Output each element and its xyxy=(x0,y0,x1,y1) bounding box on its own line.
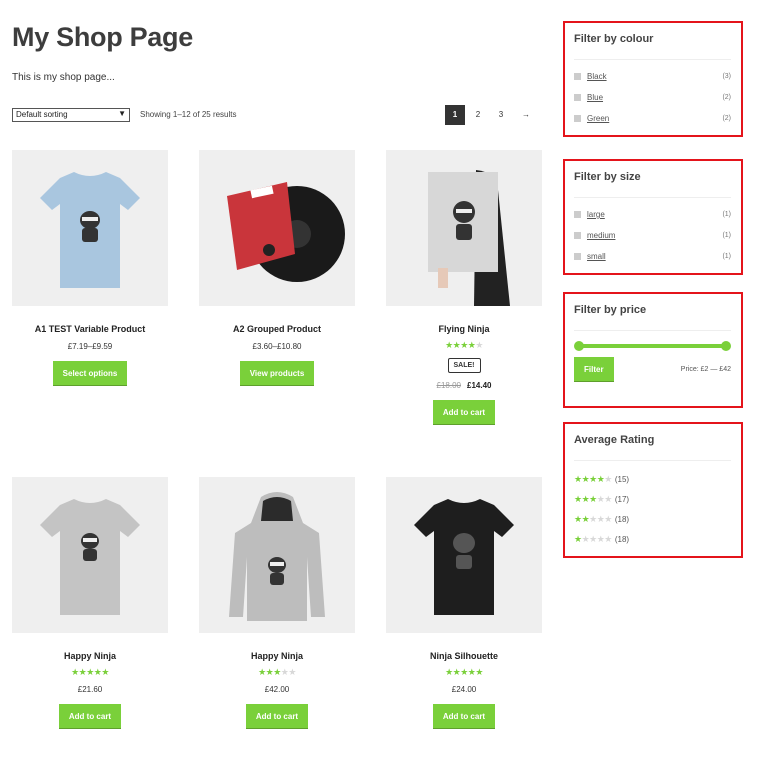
vinyl-record-icon xyxy=(227,182,345,282)
colour-filter-green[interactable]: Green (2) xyxy=(574,108,731,129)
product-name[interactable]: A2 Grouped Product xyxy=(199,324,355,334)
size-filter-medium[interactable]: medium (1) xyxy=(574,225,731,246)
filter-button[interactable]: Filter xyxy=(574,357,614,382)
product-image[interactable] xyxy=(12,477,168,633)
next-page-button[interactable]: → xyxy=(514,105,538,125)
page-2-button[interactable]: 2 xyxy=(468,105,488,125)
old-price: £18.00 xyxy=(436,381,461,390)
page-3-button[interactable]: 3 xyxy=(491,105,511,125)
price-slider-min-handle[interactable] xyxy=(574,341,584,351)
colour-filter-blue[interactable]: Blue (2) xyxy=(574,87,731,108)
page-description: This is my shop page... xyxy=(12,72,115,83)
price-range-label: Price: £2 — £42 xyxy=(680,366,731,373)
sale-badge: SALE! xyxy=(447,358,481,373)
product-rating: ★★★★★ xyxy=(445,667,483,677)
widget-title: Average Rating xyxy=(574,434,731,461)
sale-price: £14.40 xyxy=(467,381,492,390)
select-options-button[interactable]: Select options xyxy=(52,361,128,386)
product-image[interactable] xyxy=(12,150,168,306)
product-image[interactable] xyxy=(199,150,355,306)
product-image[interactable] xyxy=(386,150,542,306)
result-count: Showing 1–12 of 25 results xyxy=(140,110,237,119)
product-price: £3.60–£10.80 xyxy=(252,342,302,351)
widget-title: Filter by size xyxy=(574,171,731,198)
product-card: A2 Grouped Product £3.60–£10.80 View pro… xyxy=(199,150,355,386)
price-slider[interactable] xyxy=(574,341,731,351)
widget-title: Filter by colour xyxy=(574,33,731,60)
grey-hoodie-icon xyxy=(229,492,325,621)
product-price: £24.00 xyxy=(451,685,477,694)
add-to-cart-button[interactable]: Add to cart xyxy=(432,704,496,729)
blue-tshirt-icon xyxy=(40,172,140,288)
colour-filter-black[interactable]: Black (3) xyxy=(574,66,731,87)
rating-stars: ★★★★★ xyxy=(574,494,612,504)
pagination: 1 2 3 → xyxy=(445,105,541,125)
product-price: £7.19–£9.59 xyxy=(67,342,113,351)
filter-colour-widget: Filter by colour Black (3) Blue (2) Gree… xyxy=(563,21,743,137)
product-rating: ★★★★★ xyxy=(71,667,109,677)
filter-size-widget: Filter by size large (1) medium (1) smal… xyxy=(563,159,743,275)
product-name[interactable]: Ninja Silhouette xyxy=(386,651,542,661)
page-title: My Shop Page xyxy=(12,22,193,52)
product-image[interactable] xyxy=(386,477,542,633)
product-card: Flying Ninja ★★★★★ SALE! £18.00 £14.40 Ad… xyxy=(386,150,542,425)
add-to-cart-button[interactable]: Add to cart xyxy=(432,400,496,425)
checkbox-icon xyxy=(574,232,581,239)
product-name[interactable]: Happy Ninja xyxy=(12,651,168,661)
price-slider-max-handle[interactable] xyxy=(721,341,731,351)
add-to-cart-button[interactable]: Add to cart xyxy=(245,704,309,729)
checkbox-icon xyxy=(574,253,581,260)
page-1-button[interactable]: 1 xyxy=(445,105,465,125)
product-card: A1 TEST Variable Product £7.19–£9.59 Sel… xyxy=(12,150,168,386)
size-filter-large[interactable]: large (1) xyxy=(574,204,731,225)
price-slider-range xyxy=(576,344,729,348)
product-card: Happy Ninja ★★★★★ £21.60 Add to cart xyxy=(12,477,168,729)
rating-stars: ★★★★★ xyxy=(574,534,612,544)
rating-filter-1[interactable]: ★★★★★ (18) xyxy=(574,529,731,549)
rating-filter-4[interactable]: ★★★★★ (15) xyxy=(574,469,731,489)
checkbox-icon xyxy=(574,73,581,80)
sort-select-value: Default sorting xyxy=(16,110,68,119)
view-products-button[interactable]: View products xyxy=(239,361,315,386)
size-filter-small[interactable]: small (1) xyxy=(574,246,731,267)
rating-stars: ★★★★★ xyxy=(574,514,612,524)
checkbox-icon xyxy=(574,211,581,218)
average-rating-widget: Average Rating ★★★★★ (15) ★★★★★ (17) ★★★… xyxy=(563,422,743,558)
grey-tshirt-icon xyxy=(40,499,140,615)
product-name[interactable]: Happy Ninja xyxy=(199,651,355,661)
product-image[interactable] xyxy=(199,477,355,633)
product-price: £18.00 £14.40 xyxy=(386,381,542,390)
rating-stars: ★★★★★ xyxy=(574,474,612,484)
product-rating: ★★★★★ xyxy=(445,340,483,350)
product-price: £42.00 xyxy=(264,685,290,694)
product-card: Happy Ninja ★★★★★ £42.00 Add to cart xyxy=(199,477,355,729)
ninja-poster-icon xyxy=(428,170,510,306)
black-tshirt-icon xyxy=(414,499,514,615)
filter-price-widget: Filter by price Filter Price: £2 — £42 xyxy=(563,292,743,408)
chevron-down-icon: ▼ xyxy=(118,109,126,118)
checkbox-icon xyxy=(574,115,581,122)
product-name[interactable]: Flying Ninja xyxy=(386,324,542,334)
sort-select[interactable]: Default sorting ▼ xyxy=(12,108,130,122)
product-price: £21.60 xyxy=(77,685,103,694)
product-rating: ★★★★★ xyxy=(258,667,296,677)
product-name[interactable]: A1 TEST Variable Product xyxy=(12,324,168,334)
widget-title: Filter by price xyxy=(574,304,731,331)
product-card: Ninja Silhouette ★★★★★ £24.00 Add to car… xyxy=(386,477,542,729)
rating-filter-2[interactable]: ★★★★★ (18) xyxy=(574,509,731,529)
rating-filter-3[interactable]: ★★★★★ (17) xyxy=(574,489,731,509)
checkbox-icon xyxy=(574,94,581,101)
add-to-cart-button[interactable]: Add to cart xyxy=(58,704,122,729)
